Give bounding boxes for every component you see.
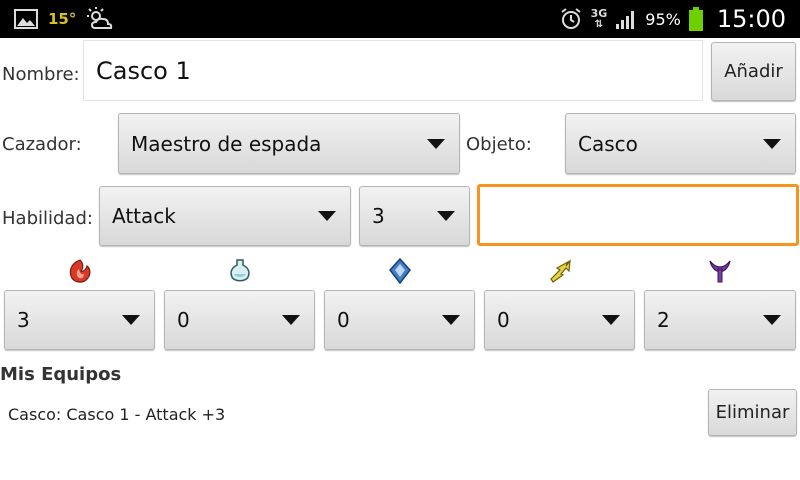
water-stat-value: 0: [177, 308, 190, 332]
cazador-select[interactable]: Maestro de espada: [118, 113, 460, 174]
thunder-stat-value: 0: [497, 308, 510, 332]
signal-icon: [616, 11, 635, 29]
data-arrows-icon: ⇅: [594, 19, 604, 30]
dragon-element-icon: [709, 260, 731, 283]
nombre-input[interactable]: Casco 1: [83, 40, 703, 101]
nombre-label: Nombre:: [2, 64, 80, 85]
thunder-element-icon: [550, 259, 571, 283]
clock: 15:00: [716, 5, 786, 33]
habilidad-label: Habilidad:: [2, 208, 93, 229]
ice-stat-select[interactable]: 0: [324, 290, 475, 350]
water-stat-select[interactable]: 0: [164, 290, 315, 350]
habilidad-level-select[interactable]: 3: [359, 186, 470, 246]
battery-percent: 95%: [645, 9, 681, 29]
battery-icon: [688, 7, 703, 31]
fire-stat-value: 3: [17, 308, 30, 332]
habilidad-level-value: 3: [372, 204, 385, 228]
chevron-down-icon: [122, 315, 140, 325]
ice-stat-value: 0: [337, 308, 350, 332]
mis-equipos-title: Mis Equipos: [0, 364, 122, 385]
objeto-select-value: Casco: [578, 131, 638, 156]
cazador-select-value: Maestro de espada: [131, 131, 322, 156]
status-bar: 15° 3G ⇅ 95% 15:00: [0, 0, 800, 38]
cazador-label: Cazador:: [2, 134, 82, 155]
alarm-icon: [560, 8, 581, 29]
status-bar-left: 15°: [14, 0, 114, 38]
objeto-label: Objeto:: [466, 134, 532, 155]
habilidad-select[interactable]: Attack: [99, 186, 351, 246]
chevron-down-icon: [427, 138, 445, 149]
thunder-stat-select[interactable]: 0: [484, 290, 635, 350]
fire-stat-select[interactable]: 3: [4, 290, 155, 350]
dragon-stat-value: 2: [657, 308, 670, 332]
delete-button[interactable]: Eliminar: [708, 389, 797, 436]
habilidad-text-input[interactable]: [477, 184, 799, 246]
add-button[interactable]: Añadir: [711, 42, 796, 101]
chevron-down-icon: [602, 315, 620, 325]
network-type-label: 3G: [590, 7, 608, 20]
temperature-text: 15°: [48, 10, 77, 28]
chevron-down-icon: [763, 138, 781, 149]
chevron-down-icon: [282, 315, 300, 325]
chevron-down-icon: [318, 211, 336, 221]
objeto-select[interactable]: Casco: [565, 113, 796, 174]
water-element-icon: [230, 259, 250, 282]
weather-icon: [87, 7, 113, 29]
equipo-item-text: Casco: Casco 1 - Attack +3: [8, 405, 226, 424]
chevron-down-icon: [763, 315, 781, 325]
dragon-stat-select[interactable]: 2: [644, 290, 796, 350]
gallery-icon: [14, 9, 38, 29]
chevron-down-icon: [442, 315, 460, 325]
chevron-down-icon: [437, 211, 455, 221]
ice-element-icon: [389, 257, 411, 285]
status-bar-right: 3G ⇅ 95% 15:00: [559, 0, 786, 38]
fire-element-icon: [69, 259, 91, 283]
network-type: 3G ⇅: [591, 8, 608, 30]
habilidad-select-value: Attack: [112, 204, 176, 228]
